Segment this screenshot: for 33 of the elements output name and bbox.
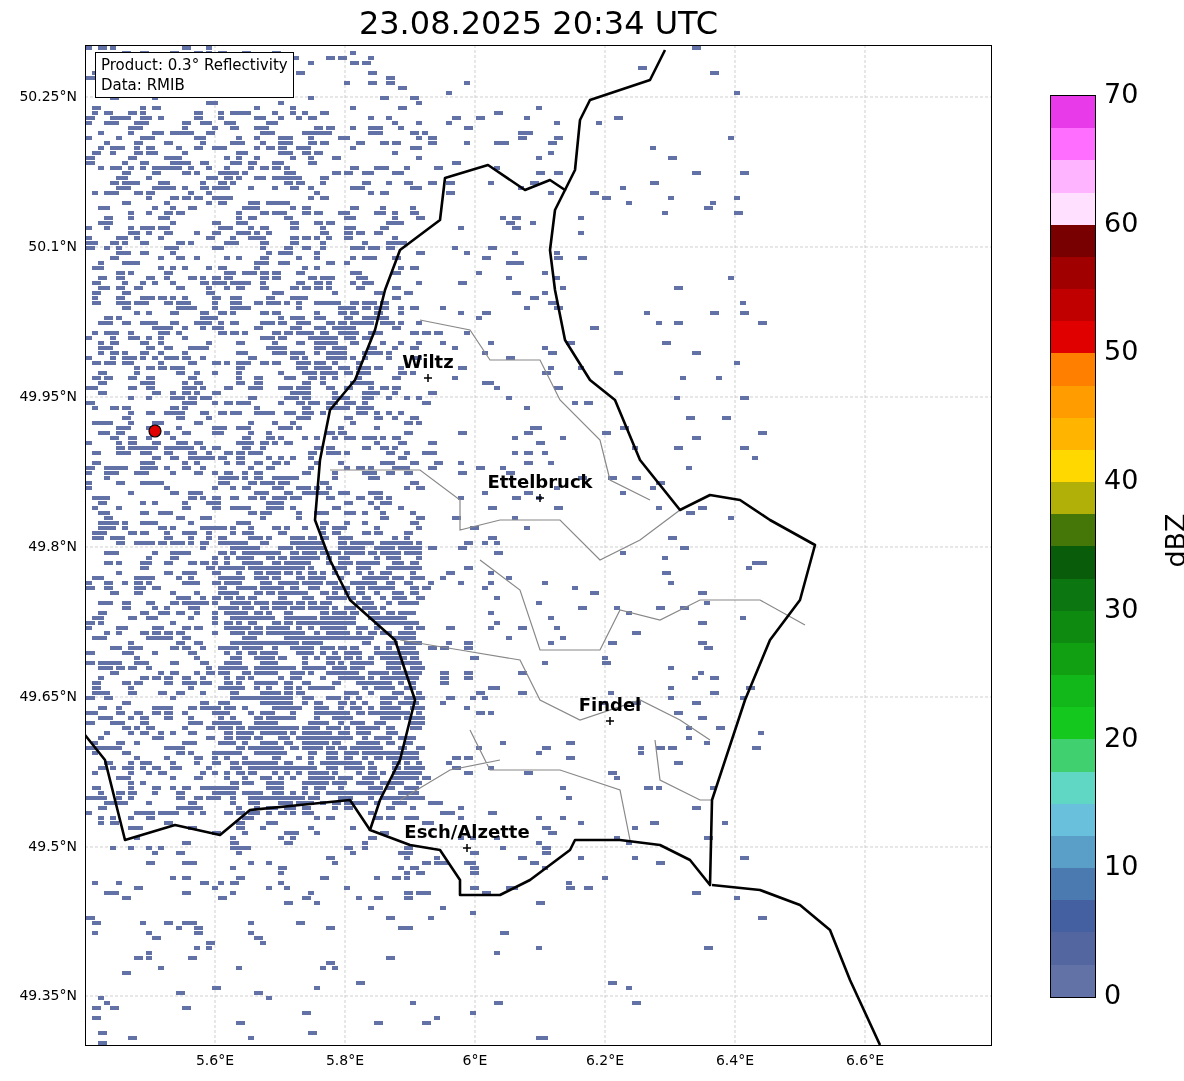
latitude-label: 49.8°N: [28, 538, 77, 554]
scale-tick-label: 30: [1104, 593, 1139, 624]
city-label: Wiltz: [402, 351, 454, 372]
city-label: Findel: [578, 694, 642, 715]
scale-tick-label: 10: [1104, 851, 1139, 882]
info-text: Product: 0.3° Reflectivity: [101, 55, 288, 75]
longitude-label: 6.4°E: [714, 1052, 756, 1068]
latitude-label: 49.65°N: [19, 688, 77, 704]
latitude-label: 50.25°N: [19, 88, 77, 104]
latitude-label: 49.95°N: [19, 388, 77, 404]
latitude-label: 49.5°N: [28, 838, 77, 854]
chart-title: 23.08.2025 20:34 UTC: [357, 3, 720, 44]
latitude-label: 50.1°N: [28, 238, 77, 254]
city-marker: [605, 716, 615, 726]
longitude-label: 5.8°E: [324, 1052, 366, 1068]
longitude-label: 5.6°E: [194, 1052, 236, 1068]
city-marker: [423, 373, 433, 383]
longitude-label: 6.6°E: [844, 1052, 886, 1068]
longitude-label: 6.2°E: [584, 1052, 626, 1068]
scale-tick-label: 60: [1104, 207, 1139, 238]
radar-site-marker: [148, 424, 162, 438]
scale-tick-label: 50: [1104, 336, 1139, 367]
city-label: Esch/Alzette: [404, 821, 530, 842]
info-text: Data: RMIB: [101, 75, 186, 95]
scale-tick-label: 20: [1104, 722, 1139, 753]
scale-tick-label: 70: [1104, 79, 1139, 109]
city-label: Ettelbruck: [487, 471, 593, 492]
latitude-label: 49.35°N: [19, 987, 77, 1003]
city-marker: [462, 843, 472, 853]
longitude-label: 6°E: [461, 1052, 489, 1068]
scale-tick-label: 0: [1104, 980, 1122, 1010]
scale-tick-label: 40: [1104, 465, 1139, 496]
city-marker: [535, 493, 545, 503]
